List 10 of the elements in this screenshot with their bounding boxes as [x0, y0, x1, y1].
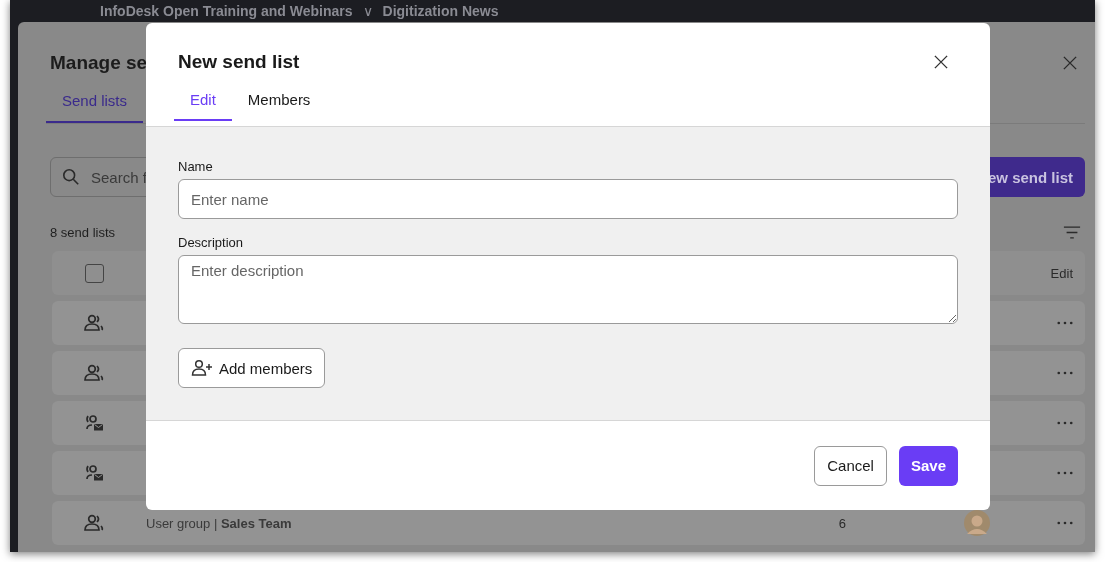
panel-title: Manage se: [50, 52, 148, 74]
send-list-name: User group | Sales Team: [146, 515, 292, 531]
send-list-count: 8 send lists: [50, 225, 116, 240]
dialog-title: New send list: [178, 51, 300, 73]
member-count: 6: [838, 515, 846, 531]
field-label: Description: [178, 235, 245, 250]
app-title: InfoDesk Open Training and Webinars: [100, 3, 353, 19]
section-title: Digitization News: [382, 3, 499, 19]
column-header: Edit: [1050, 265, 1073, 281]
field-label: Name: [178, 159, 214, 174]
